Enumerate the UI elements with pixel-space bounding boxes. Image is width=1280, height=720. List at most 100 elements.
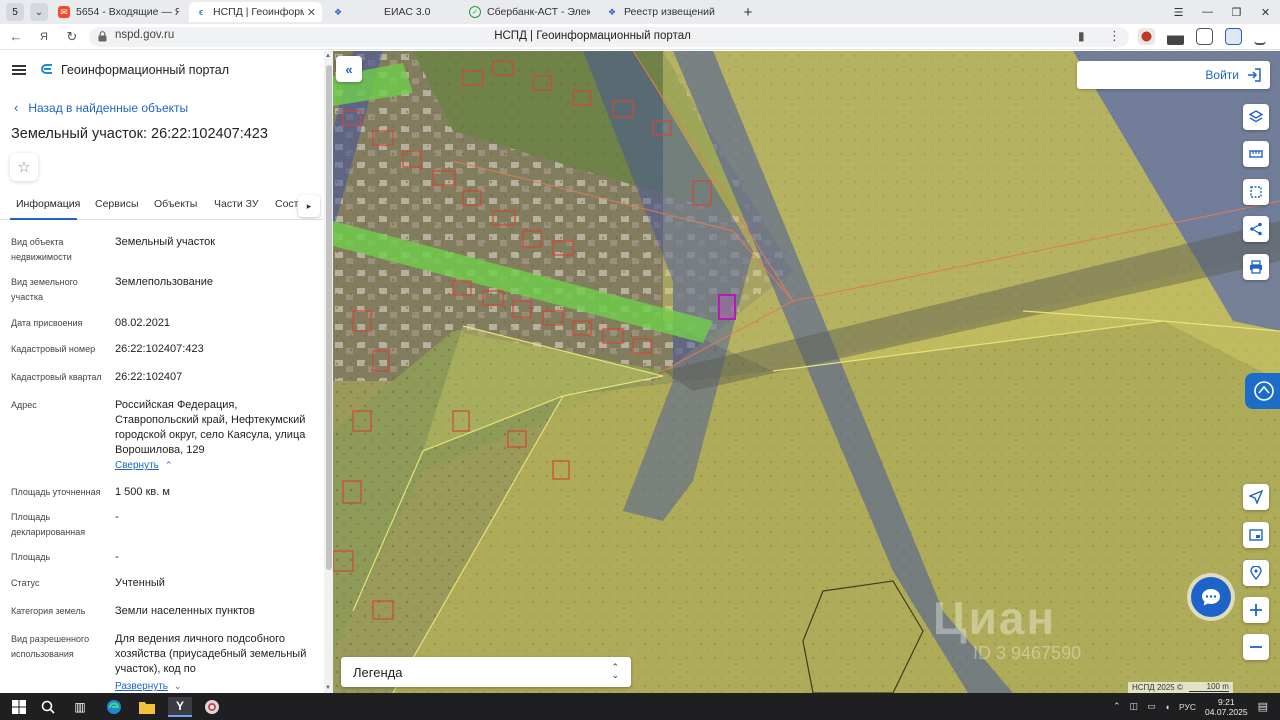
share-button[interactable] [1243, 216, 1269, 242]
field-value: 1 500 кв. м [115, 486, 170, 498]
field-label: Категория земель [11, 606, 86, 616]
browser-tab-bar: 5 ⌄ ✉ 5654 - Входящие — Яндекс ϵ НСПД | … [0, 0, 1280, 24]
extension-icons [1138, 28, 1266, 45]
more-icon[interactable]: ⋮ [1108, 28, 1121, 44]
chevron-updown-icon: ⌃ ⌄ [611, 662, 619, 680]
geolocation-button[interactable] [1243, 560, 1269, 586]
locate-button[interactable] [1243, 484, 1269, 510]
field-value: 26:22:102407:423 [115, 343, 204, 355]
back-to-results-link[interactable]: ‹ Назад в найденные объекты [14, 100, 188, 115]
system-tray: ⌃ ◫ ▭ ◖ РУС 9:21 04.07.2025 ▤ [1113, 693, 1280, 720]
field-value: 08.02.2021 [115, 317, 171, 329]
field-label: Площадь уточненная [11, 487, 101, 497]
windows-taskbar: ▥ Y ⌃ ◫ ▭ ◖ РУС 9:21 04.07.2025 ▤ [0, 693, 1280, 720]
login-icon [1248, 68, 1261, 82]
field-label: Адрес [11, 400, 37, 410]
edge-browser-icon[interactable] [104, 697, 124, 717]
collapse-panel-button[interactable]: « [336, 56, 362, 82]
browser-menu-icon[interactable]: ☰ [1164, 6, 1193, 19]
tab-list-button[interactable]: ⌄ [30, 3, 48, 21]
field-value: - [115, 511, 119, 523]
volume-icon[interactable]: ◖ [1165, 702, 1170, 712]
field-label: Площадь декларированная [11, 512, 86, 537]
selected-parcel[interactable] [718, 294, 736, 320]
registry-icon: ❖ [607, 6, 617, 17]
select-area-icon [1250, 186, 1262, 198]
browser-tab-registry[interactable]: ❖ Реестр извещений [600, 2, 733, 22]
field-label: Статус [11, 578, 40, 588]
mail-icon: ✉ [58, 6, 70, 18]
scroll-down-icon[interactable]: ▼ [325, 685, 331, 691]
tab-count-badge[interactable]: 5 [6, 3, 24, 21]
chevron-down-icon: ⌄ [174, 681, 182, 691]
field-value: - [115, 551, 119, 563]
tab-composition[interactable]: Состав [275, 198, 299, 210]
map-credit: НСПД 2025 © [1132, 683, 1183, 692]
tab-information[interactable]: Информация [16, 198, 80, 210]
close-window-icon[interactable]: ✕ [1251, 6, 1280, 19]
field-value: Землепользование [115, 276, 214, 288]
lang-indicator[interactable]: РУС [1179, 702, 1196, 712]
app-circle-icon[interactable] [202, 697, 222, 717]
expand-permitted-use-toggle[interactable]: Развернуть ⌄ [115, 679, 320, 693]
file-explorer-icon[interactable] [137, 697, 157, 717]
browser-tab-mail[interactable]: ✉ 5654 - Входящие — Яндекс [52, 2, 185, 22]
task-view-icon[interactable]: ▥ [70, 697, 90, 717]
tray-chevron-up-icon[interactable]: ⌃ [1113, 701, 1121, 712]
favorite-star-button[interactable]: ☆ [10, 153, 38, 181]
hamburger-menu-icon[interactable] [12, 65, 26, 75]
field-label: Вид земельного участка [11, 277, 78, 302]
yandex-browser-icon[interactable]: Y [168, 697, 192, 717]
extension-badge-icon[interactable] [1225, 28, 1242, 45]
restore-icon[interactable]: ❐ [1222, 6, 1251, 19]
zoom-out-button[interactable] [1243, 634, 1269, 660]
side-widget-button[interactable] [1245, 373, 1280, 409]
close-icon[interactable]: ✕ [307, 6, 316, 19]
login-button[interactable]: Войти [1077, 61, 1270, 89]
tabs-scroll-right-button[interactable]: ▸ [298, 195, 320, 217]
chat-icon [1202, 589, 1220, 606]
new-tab-button[interactable]: + [739, 3, 757, 21]
map-attribution: НСПД 2025 © 100 m [1128, 682, 1233, 693]
map-view[interactable]: « Войти Циан ID 3 9467590 Легенда ⌃ ⌄ НС… [333, 51, 1280, 693]
search-icon[interactable] [38, 697, 58, 717]
field-label: Вид объекта недвижимости [11, 237, 72, 262]
tab-services[interactable]: Сервисы [95, 198, 139, 210]
browser-tab-eias[interactable]: ❖ ЕИАС 3.0 [326, 2, 459, 22]
tab-objects[interactable]: Объекты [154, 198, 197, 210]
browser-tab-nspd[interactable]: ϵ НСПД | Геоинформационный ✕ [189, 2, 322, 22]
zoom-in-button[interactable] [1243, 597, 1269, 623]
select-area-button[interactable] [1243, 179, 1269, 205]
tab-title: НСПД | Геоинформационный [213, 6, 304, 18]
notifications-icon[interactable]: ▤ [1258, 700, 1268, 713]
support-widget-icon [1254, 381, 1274, 401]
collapse-address-toggle[interactable]: Свернуть ⌃ [115, 458, 320, 473]
tray-app-icon[interactable]: ◫ [1130, 701, 1139, 712]
print-button[interactable] [1243, 254, 1269, 280]
extension-puzzle-icon[interactable] [1196, 28, 1213, 45]
ruler-button[interactable] [1243, 141, 1269, 167]
satellite-map-canvas[interactable] [333, 51, 1280, 693]
tab-title: Реестр извещений [624, 6, 715, 18]
clock[interactable]: 9:21 04.07.2025 [1205, 697, 1248, 717]
layers-button[interactable] [1243, 104, 1269, 130]
chat-button[interactable] [1191, 577, 1231, 617]
network-icon[interactable]: ▭ [1147, 701, 1156, 712]
windows-start-icon[interactable] [9, 697, 29, 717]
map-scale: 100 m [1188, 683, 1229, 692]
extension-gift-icon[interactable] [1138, 28, 1155, 45]
field-label: Площадь [11, 552, 51, 562]
panel-scrollbar[interactable]: ▲ ▼ [324, 51, 333, 693]
browser-tab-sberbank[interactable]: ✓ Сбербанк-АСТ - Электронная [463, 2, 596, 22]
legend-dropdown[interactable]: Легенда ⌃ ⌄ [341, 657, 631, 687]
scrollbar-thumb[interactable] [326, 65, 332, 570]
downloads-icon[interactable] [1254, 28, 1266, 45]
minimize-icon[interactable]: — [1193, 6, 1222, 18]
tab-parts[interactable]: Части ЗУ [214, 198, 259, 210]
extension-hat-icon[interactable] [1167, 28, 1184, 45]
scroll-up-icon[interactable]: ▲ [325, 53, 331, 59]
share-icon [1250, 222, 1262, 236]
bookmark-icon[interactable]: ▮ [1078, 29, 1085, 43]
zoom-out-icon [1250, 646, 1262, 648]
minimap-button[interactable] [1243, 522, 1269, 548]
